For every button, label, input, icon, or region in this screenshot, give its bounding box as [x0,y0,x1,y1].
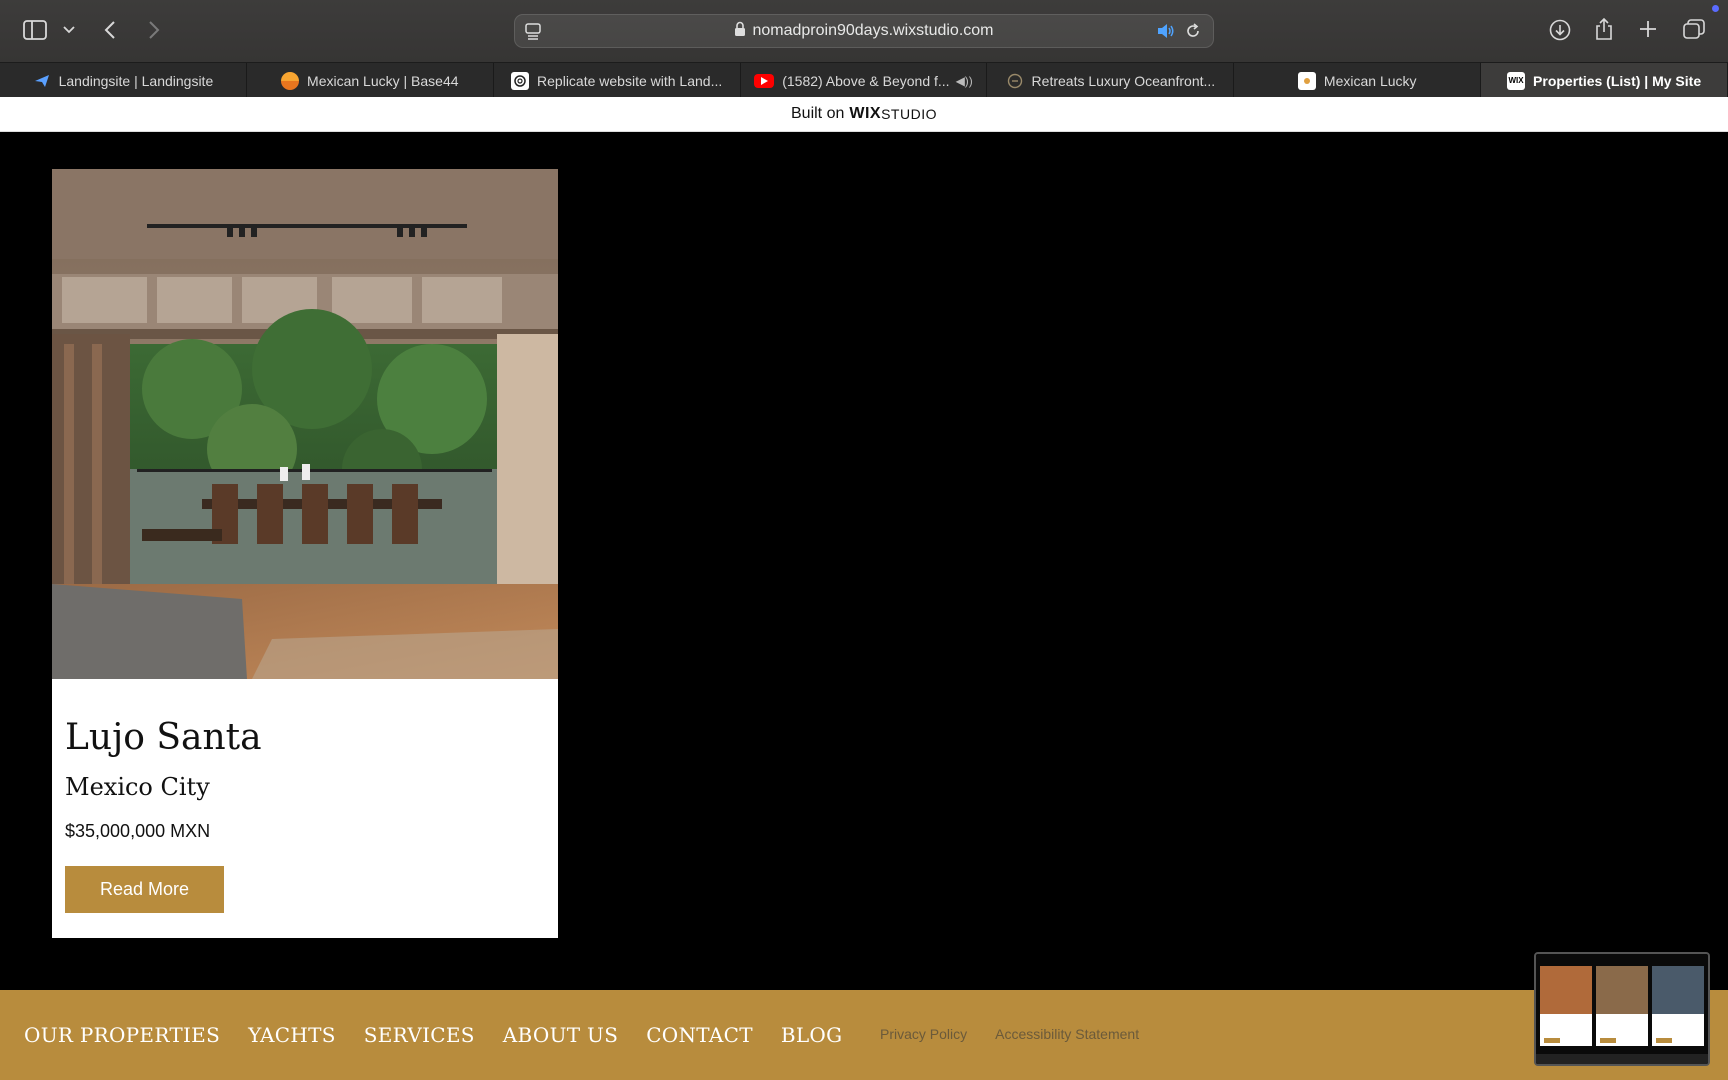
read-more-button[interactable]: Read More [65,866,224,913]
wix-icon: WIX [1507,71,1526,90]
tab-properties[interactable]: WIX Properties (List) | My Site [1481,63,1728,98]
tab-retreats[interactable]: Retreats Luxury Oceanfront... [987,63,1235,98]
footer-nav-services[interactable]: SERVICES [364,1023,475,1047]
tab-landingsite[interactable]: Landingsite | Landingsite [0,63,247,98]
footer-nav-contact[interactable]: CONTACT [646,1023,753,1047]
footer-legal-links: Privacy Policy Accessibility Statement [880,1026,1139,1042]
sidebar-toggle-icon[interactable] [22,18,48,42]
accessibility-statement-link[interactable]: Accessibility Statement [995,1026,1139,1042]
lock-icon [734,21,746,42]
reader-icon[interactable] [525,23,541,46]
paper-plane-icon [33,72,51,90]
tab-label: (1582) Above & Beyond f... [782,72,950,89]
property-price: $35,000,000 MXN [65,821,211,841]
browser-toolbar: nomadproin90days.wixstudio.com [0,0,1728,62]
property-location: Mexico City [65,773,210,801]
footer-nav-yachts[interactable]: YACHTS [248,1023,336,1047]
tab-label: Landingsite | Landingsite [58,72,214,89]
back-icon[interactable] [100,18,120,42]
wix-logo: WIX [849,105,882,122]
forward-icon[interactable] [144,18,164,42]
circle-logo-icon [1006,72,1024,90]
preview-thumbnail[interactable] [1534,952,1710,1066]
url-text[interactable]: nomadproin90days.wixstudio.com [752,22,993,40]
property-photo[interactable] [52,169,558,679]
site-icon [1297,71,1316,90]
reload-icon[interactable] [1185,23,1201,44]
footer-nav-blog[interactable]: BLOG [781,1023,843,1047]
property-title[interactable]: Lujo Santa [65,717,262,758]
tab-youtube[interactable]: (1582) Above & Beyond f... ◀︎)) [741,63,988,98]
tab-base44[interactable]: Mexican Lucky | Base44 [247,63,494,98]
tab-label: Properties (List) | My Site [1533,72,1702,89]
chevron-down-icon[interactable] [62,22,76,38]
tab-label: Mexican Lucky [1323,72,1417,89]
footer-nav: OUR PROPERTIES YACHTS SERVICES ABOUT US … [24,1023,842,1047]
property-card[interactable]: Lujo Santa Mexico City $35,000,000 MXN R… [52,169,558,938]
download-icon[interactable] [1548,18,1572,42]
notification-dot [1712,5,1719,12]
footer-nav-about-us[interactable]: ABOUT US [503,1023,618,1047]
privacy-policy-link[interactable]: Privacy Policy [880,1026,967,1042]
tab-label: Mexican Lucky | Base44 [307,72,459,89]
tab-overview-icon[interactable] [1682,18,1706,40]
tab-label: Retreats Luxury Oceanfront... [1031,72,1216,89]
tab-label: Replicate website with Land... [537,72,723,89]
studio-label: STUDIO [881,106,937,122]
tab-chatgpt[interactable]: Replicate website with Land... [494,63,741,98]
speaker-icon[interactable] [1157,23,1175,44]
youtube-icon [754,73,775,88]
site-footer: OUR PROPERTIES YACHTS SERVICES ABOUT US … [0,990,1728,1080]
page-body: Lujo Santa Mexico City $35,000,000 MXN R… [0,132,1728,990]
footer-nav-our-properties[interactable]: OUR PROPERTIES [24,1023,220,1047]
tab-bar: Landingsite | Landingsite Mexican Lucky … [0,62,1728,98]
speaker-icon[interactable]: ◀︎)) [956,74,973,88]
address-bar[interactable]: nomadproin90days.wixstudio.com [514,14,1214,48]
openai-icon [511,71,530,90]
sunset-icon [281,71,300,90]
new-tab-icon[interactable] [1638,19,1658,39]
wix-studio-banner[interactable]: Built on WIX STUDIO [0,97,1728,132]
tab-mexican-lucky[interactable]: Mexican Lucky [1234,63,1482,98]
share-icon[interactable] [1594,16,1614,42]
banner-prefix: Built on [791,105,845,122]
